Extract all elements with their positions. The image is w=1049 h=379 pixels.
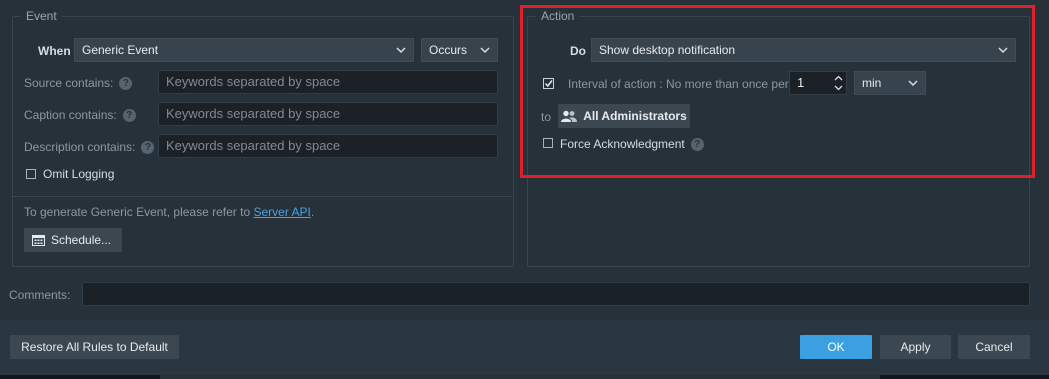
- checkmark-icon: [544, 80, 553, 88]
- when-select-value: Generic Event: [82, 43, 159, 57]
- chevron-down-icon: [480, 47, 490, 54]
- recipient-label: All Administrators: [583, 109, 687, 123]
- description-label: Description contains:: [24, 140, 136, 154]
- help-icon[interactable]: ?: [122, 109, 136, 123]
- interval-checkbox[interactable]: [543, 78, 554, 89]
- help-icon[interactable]: ?: [690, 138, 704, 152]
- caption-input[interactable]: Keywords separated by space: [158, 102, 498, 126]
- event-legend: Event: [21, 9, 62, 23]
- description-input[interactable]: Keywords separated by space: [158, 134, 498, 158]
- server-api-link[interactable]: Server API: [253, 205, 310, 219]
- generic-event-info: To generate Generic Event, please refer …: [24, 205, 314, 219]
- event-divider: [12, 196, 512, 197]
- interval-unit-value: min: [862, 76, 882, 90]
- interval-label: Interval of action :: [568, 77, 663, 91]
- do-select-value: Show desktop notification: [599, 43, 736, 57]
- bottom-strip-left: [0, 375, 160, 379]
- do-label: Do: [570, 44, 586, 58]
- interval-text: No more than once per: [666, 77, 789, 91]
- comments-label: Comments:: [9, 288, 71, 302]
- interval-unit-select[interactable]: min: [854, 71, 926, 95]
- do-select[interactable]: Show desktop notification: [591, 38, 1016, 62]
- source-label-row: Source contains:?: [24, 76, 133, 91]
- help-icon[interactable]: ?: [119, 77, 133, 91]
- info-text: To generate Generic Event, please refer …: [24, 205, 254, 219]
- action-legend: Action: [536, 9, 580, 23]
- when-label: When: [38, 44, 71, 58]
- users-icon: [561, 110, 578, 122]
- caption-label-row: Caption contains:?: [24, 108, 136, 123]
- when-select[interactable]: Generic Event: [74, 38, 414, 62]
- description-label-row: Description contains:?: [24, 140, 155, 155]
- chevron-down-icon: [908, 80, 918, 87]
- restore-defaults-label: Restore All Rules to Default: [21, 340, 168, 354]
- recipient-button[interactable]: All Administrators: [558, 104, 690, 128]
- help-icon[interactable]: ?: [141, 141, 155, 155]
- occurs-select[interactable]: Occurs: [421, 38, 498, 62]
- info-suffix: .: [310, 205, 315, 219]
- apply-button[interactable]: Apply: [880, 335, 951, 359]
- cancel-label: Cancel: [975, 340, 1013, 354]
- force-ack-row: Force Acknowledgment?: [560, 137, 704, 152]
- source-label: Source contains:: [24, 76, 114, 90]
- cancel-button[interactable]: Cancel: [958, 335, 1030, 359]
- chevron-down-icon: [998, 47, 1008, 54]
- occurs-select-value: Occurs: [429, 43, 468, 57]
- schedule-button[interactable]: Schedule...: [24, 228, 122, 252]
- schedule-label: Schedule...: [51, 233, 112, 247]
- ok-button[interactable]: OK: [800, 335, 872, 359]
- caption-label: Caption contains:: [24, 108, 117, 122]
- force-ack-checkbox[interactable]: [543, 138, 553, 148]
- description-input-placeholder: Keywords separated by space: [166, 138, 341, 153]
- source-input-placeholder: Keywords separated by space: [166, 74, 341, 89]
- bottom-strip-right: [880, 375, 1049, 379]
- ok-label: OK: [827, 340, 845, 354]
- interval-stepper[interactable]: 1: [789, 71, 847, 95]
- omit-logging-label: Omit Logging: [43, 167, 115, 181]
- comments-input[interactable]: [82, 282, 1030, 306]
- interval-value: 1: [797, 75, 805, 90]
- calendar-icon: [32, 235, 45, 246]
- chevron-down-icon: [396, 47, 406, 54]
- stepper-up-icon[interactable]: [834, 75, 843, 81]
- apply-label: Apply: [900, 340, 931, 354]
- caption-input-placeholder: Keywords separated by space: [166, 106, 341, 121]
- to-label: to: [541, 110, 552, 124]
- stepper-down-icon[interactable]: [834, 85, 843, 91]
- force-ack-label: Force Acknowledgment: [560, 137, 685, 151]
- restore-defaults-button[interactable]: Restore All Rules to Default: [10, 335, 179, 359]
- source-input[interactable]: Keywords separated by space: [158, 70, 498, 94]
- omit-logging-checkbox[interactable]: [26, 169, 36, 179]
